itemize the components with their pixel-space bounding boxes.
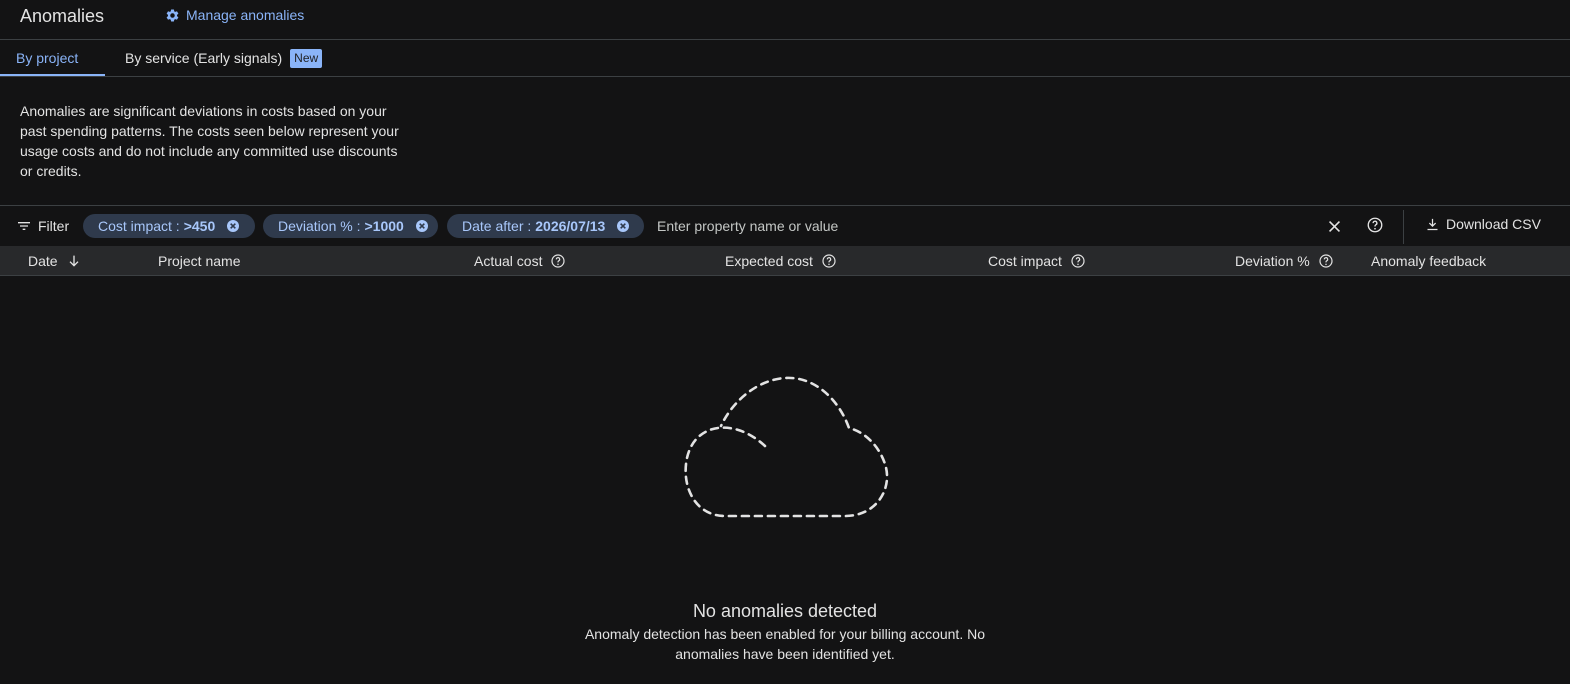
filter-chip-date-after[interactable]: Date after : 2026/07/13 — [447, 214, 644, 238]
filter-input[interactable] — [657, 216, 1157, 236]
empty-state-text: Anomaly detection has been enabled for y… — [584, 626, 986, 662]
remove-chip-icon[interactable] — [414, 218, 430, 234]
filter-button[interactable]: Filter — [16, 218, 69, 234]
arrow-down-icon — [69, 255, 79, 267]
help-icon[interactable] — [1366, 216, 1384, 234]
column-label: Expected cost — [725, 253, 813, 269]
tab-by-service-label: By service (Early signals) — [125, 50, 283, 66]
page-title: Anomalies — [20, 6, 105, 26]
column-header-date[interactable]: Date — [28, 246, 82, 276]
column-label: Deviation % — [1235, 253, 1310, 269]
gear-icon — [166, 8, 179, 21]
download-csv-button[interactable]: Download CSV — [1425, 216, 1541, 232]
chip-key: Date after : — [462, 218, 532, 234]
column-header-anomaly-feedback: Anomaly feedback — [1371, 246, 1486, 276]
manage-anomalies-label: Manage anomalies — [186, 7, 305, 23]
help-icon[interactable] — [550, 253, 566, 269]
column-label: Date — [28, 253, 58, 269]
cloud-dashed-icon — [684, 376, 889, 518]
column-header-cost-impact: Cost impact — [988, 246, 1086, 276]
help-icon[interactable] — [1318, 253, 1334, 269]
column-label: Cost impact — [988, 253, 1062, 269]
filter-bar: Filter Cost impact : >450 Deviation % : … — [0, 205, 1570, 246]
column-header-deviation: Deviation % — [1235, 246, 1334, 276]
tab-by-project[interactable]: By project — [0, 40, 105, 76]
description-text: Anomalies are significant deviations in … — [20, 103, 399, 179]
filter-icon — [18, 222, 30, 230]
table-header: Date Project name Actual cost Expected c… — [0, 246, 1570, 276]
column-label: Anomaly feedback — [1371, 253, 1487, 269]
new-badge: New — [290, 48, 323, 68]
download-icon — [1427, 218, 1438, 230]
column-header-project-name: Project name — [158, 246, 240, 276]
column-label: Project name — [158, 253, 241, 269]
filter-label: Filter — [38, 218, 70, 234]
remove-chip-icon[interactable] — [615, 218, 631, 234]
remove-chip-icon[interactable] — [225, 218, 241, 234]
chip-key: Cost impact : — [98, 218, 180, 234]
column-header-actual-cost: Actual cost — [474, 246, 566, 276]
chip-key: Deviation % : — [278, 218, 361, 234]
filter-chip-deviation[interactable]: Deviation % : >1000 — [263, 214, 438, 238]
chip-value: 2026/07/13 — [535, 218, 606, 234]
chip-value: >450 — [183, 218, 216, 234]
help-icon[interactable] — [1070, 253, 1086, 269]
help-icon[interactable] — [821, 253, 837, 269]
empty-state-title: No anomalies detected — [692, 601, 878, 621]
filter-chip-cost-impact[interactable]: Cost impact : >450 — [83, 214, 255, 238]
anomalies-page: Anomalies Manage anomalies By project By… — [0, 0, 1570, 684]
tab-by-project-label: By project — [16, 50, 79, 66]
close-icon[interactable] — [1326, 218, 1343, 235]
page-header: Anomalies Manage anomalies — [0, 0, 1570, 40]
tab-by-service[interactable]: By service (Early signals) New — [109, 40, 338, 76]
download-csv-label: Download CSV — [1446, 216, 1541, 232]
manage-anomalies-link[interactable]: Manage anomalies — [165, 6, 304, 24]
column-header-expected-cost: Expected cost — [725, 246, 837, 276]
tab-bar: By project By service (Early signals) Ne… — [0, 40, 1570, 77]
column-label: Actual cost — [474, 253, 543, 269]
chip-value: >1000 — [364, 218, 404, 234]
toolbar-divider — [1403, 210, 1404, 244]
